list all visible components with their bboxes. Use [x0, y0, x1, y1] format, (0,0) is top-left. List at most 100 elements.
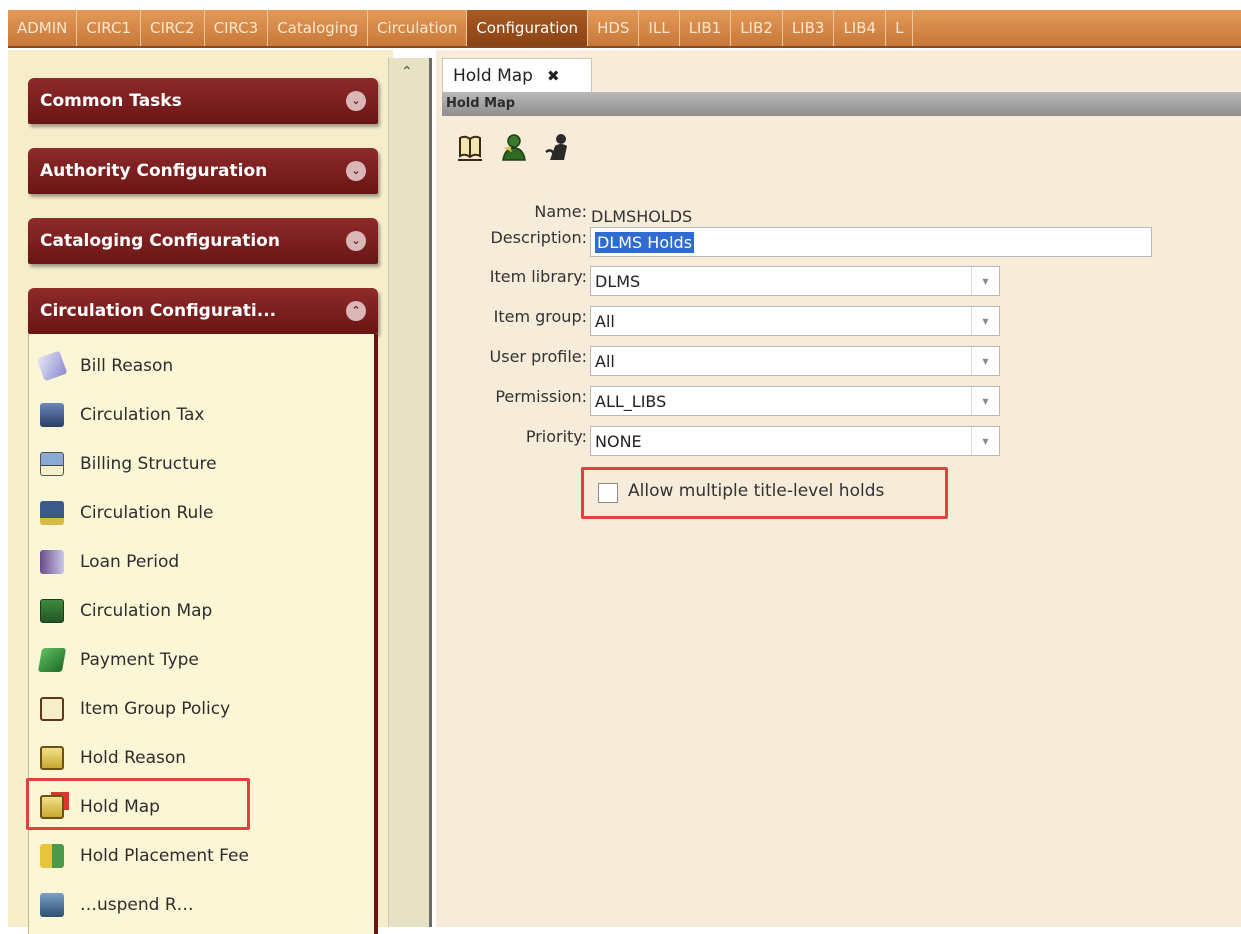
sidebar-item-circulation-tax[interactable]: Circulation Tax: [40, 398, 205, 432]
chevron-down-icon[interactable]: ▾: [971, 387, 999, 415]
multiple-holds-checkbox[interactable]: [598, 483, 618, 503]
expand-icon[interactable]: ⌄: [346, 161, 366, 181]
sidebar-item-label: Hold Reason: [80, 748, 187, 768]
user-profile-row: User profile: All ▾: [436, 346, 1036, 376]
chevron-down-icon[interactable]: ▾: [971, 347, 999, 375]
toolbar: [456, 132, 572, 162]
tab-lib1[interactable]: LIB1: [680, 10, 732, 46]
module-tab-bar: ADMIN CIRC1 CIRC2 CIRC3 Cataloging Circu…: [8, 10, 1241, 48]
scroll-up-icon[interactable]: ⌃: [401, 64, 413, 80]
tab-lib4[interactable]: LIB4: [834, 10, 887, 46]
group-label: Common Tasks: [40, 91, 182, 111]
user-profile-label: User profile:: [489, 347, 587, 366]
tab-cataloging[interactable]: Cataloging: [268, 10, 368, 46]
description-value: DLMS Holds: [595, 231, 695, 253]
user-edit-icon[interactable]: [544, 132, 572, 162]
permission-value: ALL_LIBS: [595, 391, 667, 411]
item-group-policy-icon: [40, 697, 64, 721]
payment-type-icon: [37, 648, 67, 672]
sidebar-item-label: Circulation Rule: [80, 503, 214, 523]
expand-icon[interactable]: ⌄: [346, 231, 366, 251]
tab-hds[interactable]: HDS: [588, 10, 640, 46]
add-user-icon[interactable]: [500, 132, 528, 162]
permission-row: Permission: ALL_LIBS ▾: [436, 386, 1036, 416]
group-common-tasks[interactable]: Common Tasks ⌄: [28, 78, 378, 124]
chevron-down-icon[interactable]: ▾: [971, 307, 999, 335]
sidebar-item-billing-structure[interactable]: Billing Structure: [40, 447, 217, 481]
tab-ill[interactable]: ILL: [639, 10, 680, 46]
sidebar-item-hold-placement-fee[interactable]: Hold Placement Fee: [40, 839, 249, 873]
tab-circ2[interactable]: CIRC2: [141, 10, 205, 46]
item-group-row: Item group: All ▾: [436, 306, 1036, 336]
tab-configuration[interactable]: Configuration: [467, 10, 589, 46]
hold-map-highlight: [26, 778, 250, 830]
sidebar-item-payment-type[interactable]: Payment Type: [37, 643, 199, 677]
tab-circ1[interactable]: CIRC1: [77, 10, 141, 46]
description-row: Description: DLMS Holds: [436, 227, 1196, 257]
sidebar-item-bill-reason[interactable]: Bill Reason: [36, 349, 174, 383]
tab-overflow[interactable]: L: [886, 10, 914, 46]
content-area: Hold Map ✖ Hold Map Name: DLMSHOLDS Desc…: [436, 50, 1241, 927]
tab-circulation[interactable]: Circulation: [368, 10, 468, 46]
permission-label: Permission:: [495, 387, 587, 406]
sidebar-item-circulation-rule[interactable]: Circulation Rule: [40, 496, 213, 530]
circulation-tax-icon: [40, 403, 64, 427]
sidebar-scrollbar[interactable]: ⌃: [388, 58, 432, 927]
expand-icon[interactable]: ⌄: [346, 91, 366, 111]
sidebar-item-label: Circulation Map: [80, 601, 213, 621]
panel-title: Hold Map: [442, 92, 1241, 116]
item-group-value: All: [595, 311, 615, 331]
multiple-holds-label[interactable]: Allow multiple title-level holds: [628, 481, 884, 501]
tab-circ3[interactable]: CIRC3: [205, 10, 269, 46]
priority-label: Priority:: [525, 427, 587, 446]
description-field[interactable]: DLMS Holds: [590, 227, 1152, 257]
circulation-rule-icon: [40, 501, 64, 525]
name-value: DLMSHOLDS: [591, 206, 693, 226]
group-circulation-configuration[interactable]: Circulation Configurati... ⌃: [28, 288, 378, 334]
suspend-icon: [40, 893, 64, 917]
tab-hold-map[interactable]: Hold Map ✖: [442, 58, 592, 92]
book-icon[interactable]: [456, 132, 484, 162]
priority-select[interactable]: NONE ▾: [590, 426, 1000, 456]
item-library-row: Item library: DLMS ▾: [436, 266, 1036, 296]
billing-structure-icon: [40, 452, 64, 476]
sidebar-item-label: Item Group Policy: [80, 699, 231, 719]
name-row: Name: DLMSHOLDS: [436, 202, 1036, 230]
sidebar-item-label: Bill Reason: [80, 356, 174, 376]
sidebar-item-label: Hold Placement Fee: [80, 846, 249, 866]
description-label: Description:: [490, 228, 587, 247]
close-icon[interactable]: ✖: [547, 67, 560, 85]
sidebar: Common Tasks ⌄ Authority Configuration ⌄…: [8, 50, 393, 934]
item-library-value: DLMS: [595, 271, 641, 291]
group-label: Authority Configuration: [40, 161, 268, 181]
group-authority-configuration[interactable]: Authority Configuration ⌄: [28, 148, 378, 194]
item-group-label: Item group:: [493, 307, 587, 326]
priority-value: NONE: [595, 431, 642, 451]
user-profile-value: All: [595, 351, 615, 371]
item-group-select[interactable]: All ▾: [590, 306, 1000, 336]
tab-lib3[interactable]: LIB3: [783, 10, 835, 46]
chevron-down-icon[interactable]: ▾: [971, 267, 999, 295]
tab-lib2[interactable]: LIB2: [731, 10, 783, 46]
loan-period-icon: [40, 550, 64, 574]
sidebar-item-hold-reason[interactable]: Hold Reason: [40, 741, 186, 775]
collapse-icon[interactable]: ⌃: [346, 301, 366, 321]
sidebar-item-label: …uspend R…: [80, 895, 194, 915]
sidebar-item-suspend[interactable]: …uspend R…: [40, 888, 194, 922]
sidebar-item-loan-period[interactable]: Loan Period: [40, 545, 179, 579]
sidebar-item-circulation-map[interactable]: Circulation Map: [40, 594, 212, 628]
group-cataloging-configuration[interactable]: Cataloging Configuration ⌄: [28, 218, 378, 264]
item-library-label: Item library:: [489, 267, 587, 286]
bill-reason-icon: [36, 350, 68, 382]
sidebar-item-label: Loan Period: [80, 552, 180, 572]
tab-label: Hold Map: [453, 65, 533, 86]
permission-select[interactable]: ALL_LIBS ▾: [590, 386, 1000, 416]
hold-reason-icon: [40, 746, 64, 770]
item-library-select[interactable]: DLMS ▾: [590, 266, 1000, 296]
chevron-down-icon[interactable]: ▾: [971, 427, 999, 455]
hold-placement-fee-icon: [40, 844, 64, 868]
user-profile-select[interactable]: All ▾: [590, 346, 1000, 376]
sidebar-item-item-group-policy[interactable]: Item Group Policy: [40, 692, 230, 726]
tab-admin[interactable]: ADMIN: [8, 10, 78, 46]
group-label: Circulation Configurati...: [40, 301, 277, 321]
